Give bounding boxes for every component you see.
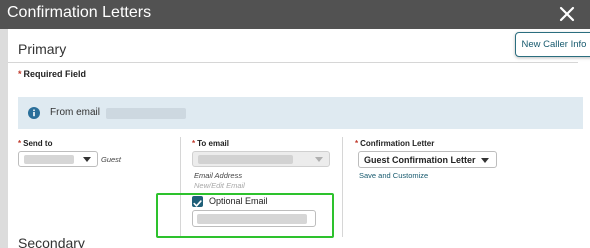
required-star: * [18,139,22,148]
send-to-select[interactable] [18,151,98,167]
send-to-label-text: Send to [23,139,53,148]
dialog-titlebar: Confirmation Letters [0,0,590,29]
optional-email-input[interactable] [192,210,316,227]
save-and-customize-link[interactable]: Save and Customize [359,171,428,180]
required-field-text: Required Field [23,69,87,79]
info-banner: From email [18,97,583,129]
redacted-value [197,214,307,224]
redacted-email [106,108,186,119]
dialog-title: Confirmation Letters [7,4,152,21]
new-caller-info-button[interactable]: New Caller Info [515,32,590,57]
optional-email-checkbox[interactable] [192,196,203,207]
confirmation-letter-value: Guest Confirmation Letter [364,155,476,165]
required-field-note: * Required Field [18,69,86,79]
close-icon[interactable] [556,3,578,25]
column-separator [342,137,343,237]
check-icon [193,200,202,207]
to-email-label: * To email [192,139,229,148]
new-edit-email-link[interactable]: New/Edit Email [194,181,245,190]
to-email-label-text: To email [197,139,229,148]
send-to-guest-suffix: Guest [101,155,122,164]
to-email-select[interactable] [192,151,330,167]
redacted-value [24,155,74,164]
confirmation-letter-label: * Confirmation Letter [355,139,434,148]
confirmation-letter-label-text: Confirmation Letter [360,139,435,148]
info-banner-text: From email [50,107,101,118]
confirmation-letter-select[interactable]: Guest Confirmation Letter [358,151,497,168]
chevron-down-icon [481,158,489,163]
required-star: * [18,69,22,79]
dialog-body: Primary * Required Field From email * Send… [8,29,590,248]
section-divider [8,62,578,63]
redacted-value [198,155,293,164]
chevron-down-icon [83,157,91,162]
info-icon [28,107,40,119]
required-star: * [355,139,359,148]
chevron-down-icon [315,157,323,162]
email-address-caption: Email Address [194,171,243,180]
required-star: * [192,139,196,148]
section-title-primary: Primary [18,41,67,57]
optional-email-label: Optional Email [209,196,268,206]
send-to-label: * Send to [18,139,52,148]
section-title-secondary: Secondary [18,235,85,248]
